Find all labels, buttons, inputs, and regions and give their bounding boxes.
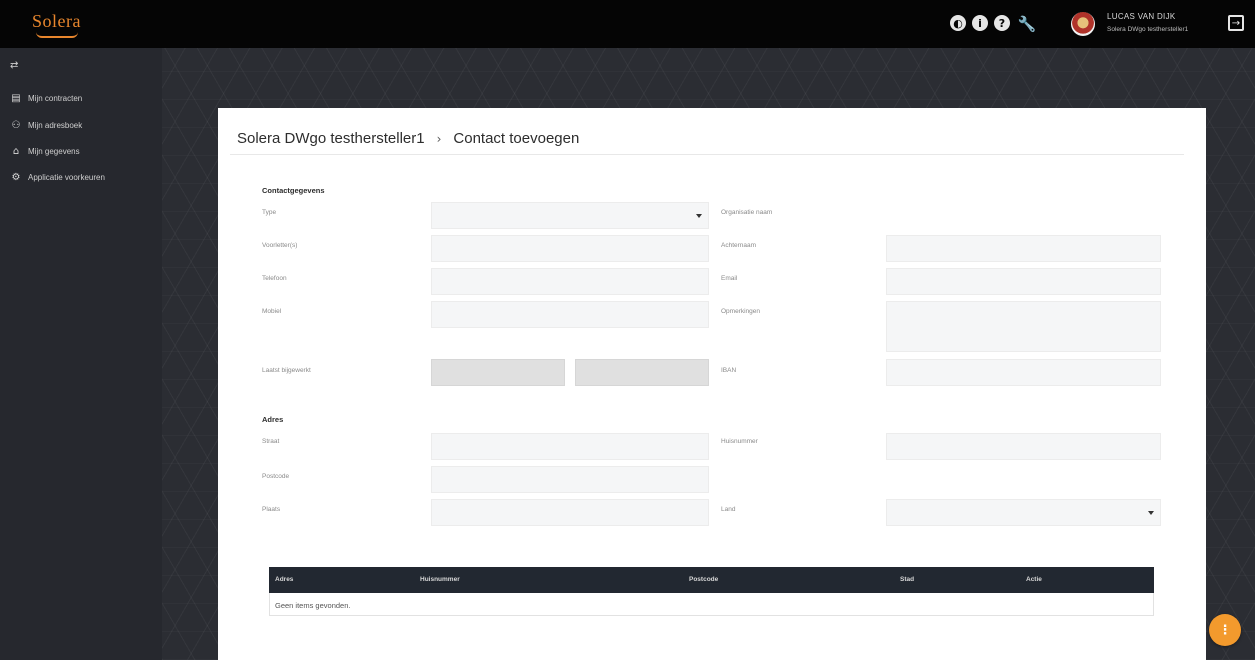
contract-icon: ▤ <box>11 92 21 104</box>
column-header-postcode[interactable]: Postcode <box>689 576 718 583</box>
street-label: Straat <box>262 438 280 445</box>
column-header-actie: Actie <box>1026 576 1042 583</box>
initials-input[interactable] <box>431 235 709 262</box>
iban-input[interactable] <box>886 359 1161 386</box>
table-header: Adres Huisnummer Postcode Stad Actie <box>269 567 1154 593</box>
country-select[interactable] <box>886 499 1161 526</box>
header-icon-group: ◐ i ? 🔧 <box>950 15 1036 33</box>
sidebar-item-label: Mijn adresboek <box>28 120 83 130</box>
sidebar-item-gegevens[interactable]: ⌂ Mijn gegevens <box>10 143 80 159</box>
table-body <box>269 593 1154 616</box>
org-name-label: Organisatie naam <box>721 209 773 216</box>
empty-table-message: Geen items gevonden. <box>275 601 351 610</box>
sidebar: ⇄ ▤ Mijn contracten ⚇ Mijn adresboek ⌂ M… <box>0 48 162 660</box>
column-header-huisnummer[interactable]: Huisnummer <box>420 576 460 583</box>
last-updated-user-field <box>575 359 709 386</box>
housenumber-label: Huisnummer <box>721 438 758 445</box>
contact-form-panel: Solera DWgo testhersteller1 › Contact to… <box>218 108 1206 660</box>
sidebar-item-label: Applicatie voorkeuren <box>28 172 105 182</box>
swap-arrows-icon[interactable]: ⇄ <box>10 60 18 71</box>
contrast-icon[interactable]: ◐ <box>950 15 966 31</box>
sidebar-item-contracten[interactable]: ▤ Mijn contracten <box>10 90 82 106</box>
mobile-input[interactable] <box>431 301 709 328</box>
section-title-address: Adres <box>262 415 284 424</box>
address-table: Adres Huisnummer Postcode Stad Actie Gee… <box>269 567 1154 616</box>
type-select[interactable] <box>431 202 709 229</box>
city-input[interactable] <box>431 499 709 526</box>
last-updated-label: Laatst bijgewerkt <box>262 367 311 374</box>
city-label: Plaats <box>262 506 281 513</box>
sidebar-item-label: Mijn contracten <box>28 93 83 103</box>
sidebar-item-label: Mijn gegevens <box>28 146 80 156</box>
initials-label: Voorletter(s) <box>262 242 298 249</box>
last-updated-date-field <box>431 359 565 386</box>
column-header-adres[interactable]: Adres <box>275 576 293 583</box>
page-title: Contact toevoegen <box>453 130 580 147</box>
help-icon[interactable]: ? <box>994 15 1010 31</box>
postcode-label: Postcode <box>262 473 290 480</box>
iban-label: IBAN <box>721 367 737 374</box>
logout-icon[interactable]: → <box>1228 15 1244 31</box>
breadcrumb: Solera DWgo testhersteller1 › Contact to… <box>237 130 579 147</box>
chevron-right-icon: › <box>436 131 442 146</box>
divider <box>230 154 1184 155</box>
street-input[interactable] <box>431 433 709 460</box>
chevron-down-icon <box>1148 511 1154 515</box>
type-label: Type <box>262 209 277 216</box>
email-input[interactable] <box>886 268 1161 295</box>
remarks-textarea[interactable] <box>886 301 1161 352</box>
section-title-contact: Contactgegevens <box>262 186 325 195</box>
phone-input[interactable] <box>431 268 709 295</box>
user-org: Solera DWgo testhersteller1 <box>1107 26 1189 33</box>
housenumber-input[interactable] <box>886 433 1161 460</box>
wrench-icon[interactable]: 🔧 <box>1018 15 1037 33</box>
solera-logo[interactable]: Solera <box>32 11 81 32</box>
sidebar-item-adresboek[interactable]: ⚇ Mijn adresboek <box>10 117 83 133</box>
country-label: Land <box>721 506 736 513</box>
lastname-input[interactable] <box>886 235 1161 262</box>
logo-swoosh <box>36 32 78 38</box>
breadcrumb-parent[interactable]: Solera DWgo testhersteller1 <box>237 130 425 147</box>
phone-label: Telefoon <box>262 275 287 282</box>
email-label: Email <box>721 275 738 282</box>
column-header-stad[interactable]: Stad <box>900 576 914 583</box>
avatar[interactable] <box>1071 12 1095 36</box>
more-actions-button[interactable]: ⋮ <box>1209 614 1241 646</box>
top-bar: Solera ◐ i ? 🔧 LUCAS VAN DIJK Solera DWg… <box>0 0 1255 48</box>
mobile-label: Mobiel <box>262 308 282 315</box>
remarks-label: Opmerkingen <box>721 308 761 315</box>
home-icon: ⌂ <box>12 145 20 157</box>
lastname-label: Achternaam <box>721 242 757 249</box>
address-book-icon: ⚇ <box>11 119 21 131</box>
user-name: LUCAS VAN DIJK <box>1107 12 1176 21</box>
info-icon[interactable]: i <box>972 15 988 31</box>
postcode-input[interactable] <box>431 466 709 493</box>
gear-icon: ⚙ <box>11 171 21 183</box>
chevron-down-icon <box>696 214 702 218</box>
sidebar-item-voorkeuren[interactable]: ⚙ Applicatie voorkeuren <box>10 169 105 185</box>
